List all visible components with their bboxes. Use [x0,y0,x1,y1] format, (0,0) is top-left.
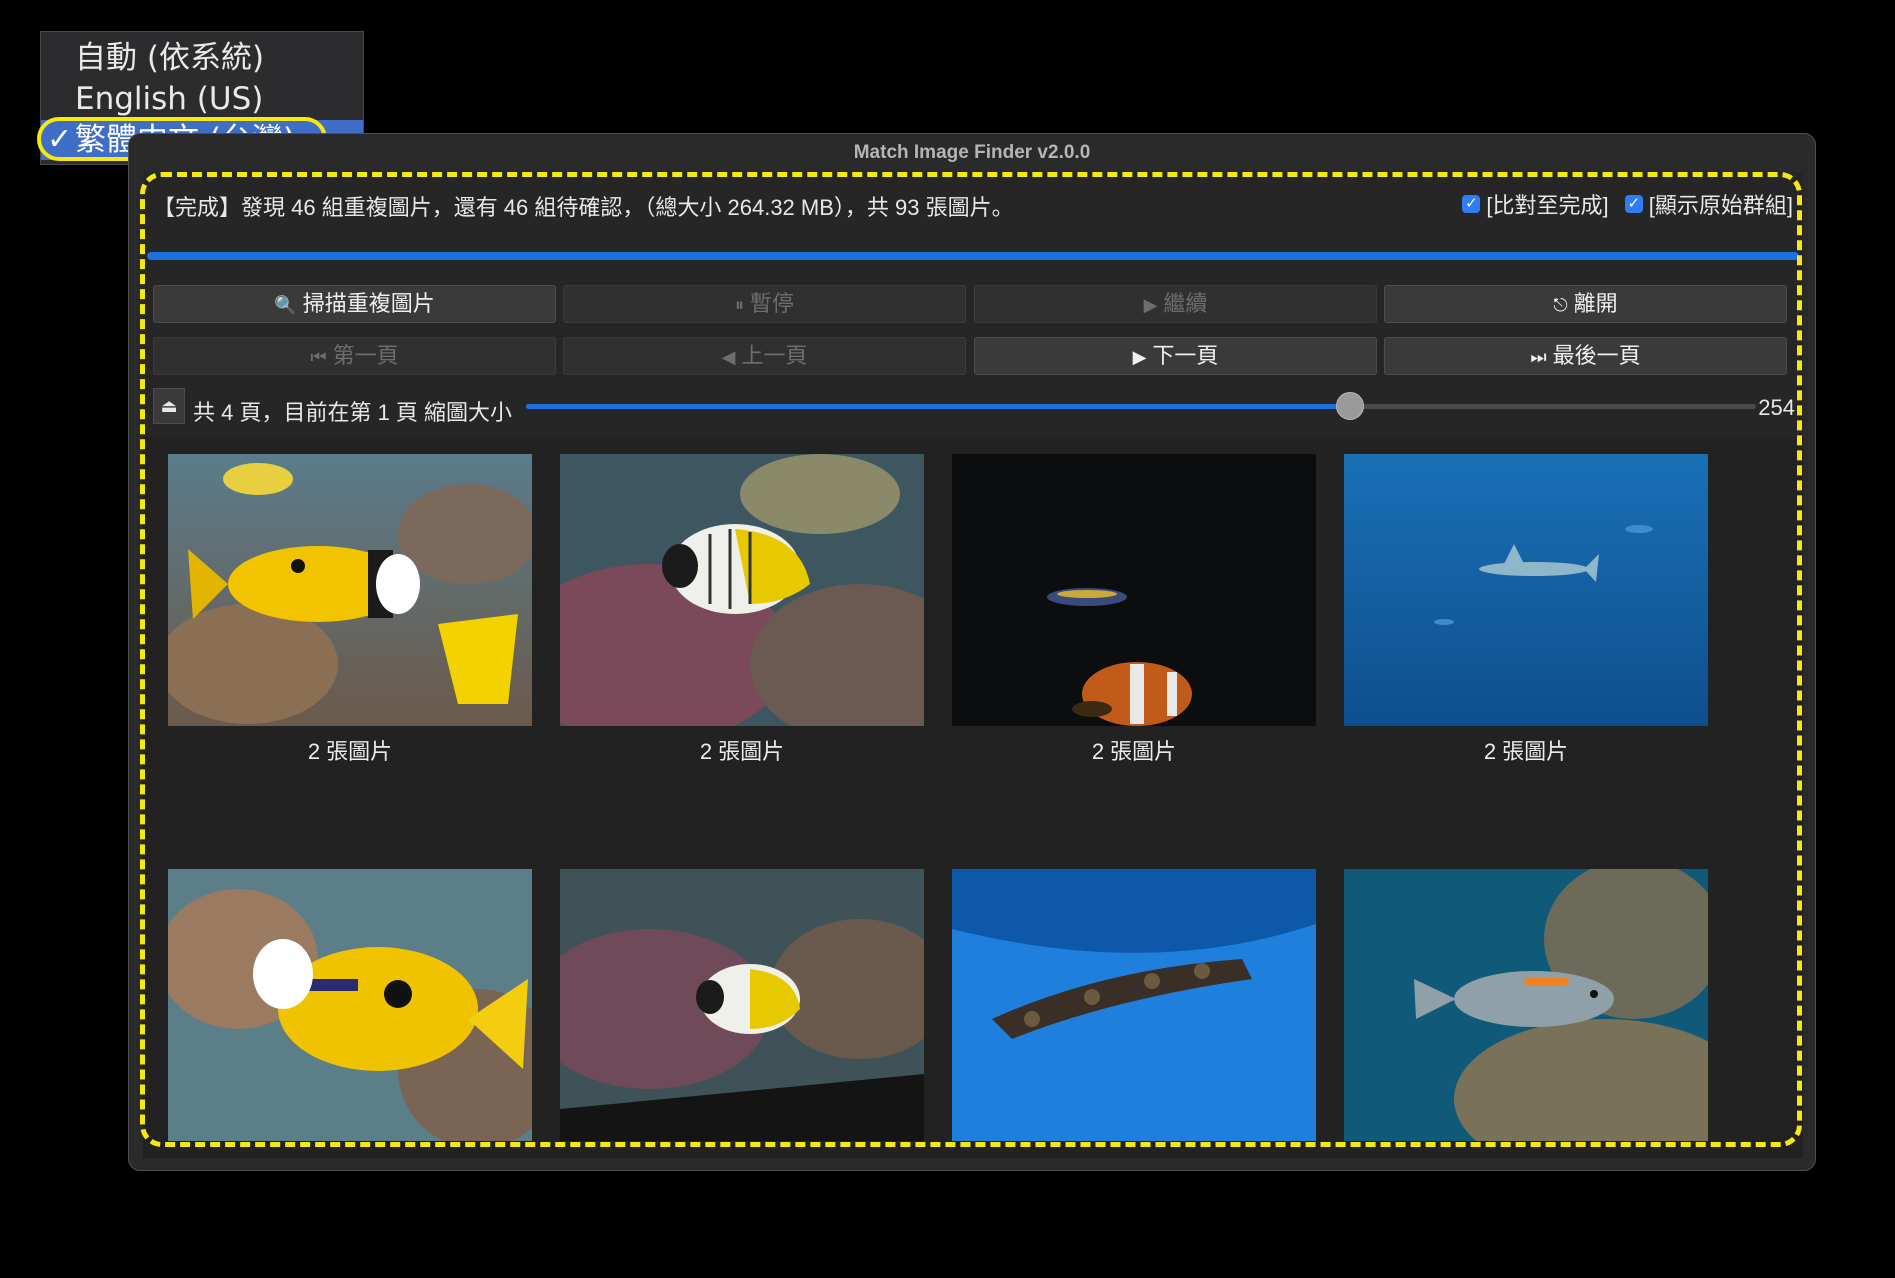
threadfin-butterflyfish-photo-icon [560,454,924,726]
thumbnail-size-value: 254 [1758,395,1795,420]
next-page-button[interactable]: ▶ 下一頁 [974,337,1377,375]
eject-icon[interactable]: ⏏ [153,388,185,424]
thumbnail-grid: 2 張圖片 2 張圖片 2 張圖片 2 張圖片 [143,437,1803,1158]
language-option-label: English (US) [75,81,264,117]
pause-button[interactable]: ⏸ 暫停 [563,285,966,323]
thumbnail-item[interactable]: 2 張圖片 [560,454,924,766]
thumbnail-item[interactable] [1344,869,1708,1149]
pause-button-label: 暫停 [749,291,794,316]
last-page-label: 最後一頁 [1552,343,1641,368]
thumbnail-caption: 2 張圖片 [1091,739,1177,764]
scan-button[interactable]: 🔍 掃描重複圖片 [153,285,556,323]
scan-button-label: 掃描重複圖片 [302,291,435,316]
checkbox-checked-icon: ✓ [1462,195,1481,213]
thumbnail-caption: 2 張圖片 [1483,739,1569,764]
next-page-label: 下一頁 [1152,343,1219,368]
thumbnail-item[interactable] [560,869,924,1149]
continue-button-label: 繼續 [1163,291,1208,316]
bamboo-shark-photo-icon [952,869,1316,1141]
first-page-button[interactable]: ⏮ 第一頁 [153,337,556,375]
check-icon: ✓ [47,122,73,157]
page-info: 共 4 頁，目前在第 1 頁 縮圖大小 [193,400,513,425]
pagination-buttons: ⏮ 第一頁 ◀ 上一頁 ▶ 下一頁 ⏭ 最後一頁 [153,337,1793,377]
toolbar: 🔍 掃描重複圖片 ⏸ 暫停 ▶ 繼續 ⎋ 離開 [153,285,1793,325]
show-original-group-checkbox[interactable]: ✓ [顯示原始群組] [1624,188,1793,220]
thumbnail-size-slider[interactable] [526,392,1756,420]
yellow-rabbitfish-photo-icon [168,454,532,726]
checkbox-checked-icon: ✓ [1624,195,1643,213]
progress-bar [147,252,1799,260]
shark-blue-water-photo-icon [1344,454,1708,726]
slider-fill [526,404,1351,409]
play-icon: ▶ [1143,295,1158,315]
window-title: Match Image Finder v2.0.0 [853,142,1091,163]
main-content: 【完成】發現 46 組重複圖片，還有 46 組待確認，（總大小 264.32 M… [143,172,1803,1158]
butterflyfish-coral-photo-icon [560,869,924,1141]
continue-button[interactable]: ▶ 繼續 [974,285,1377,323]
exit-icon: ⎋ [1553,295,1568,315]
exit-button-label: 離開 [1573,291,1618,316]
thumbnail-item[interactable] [952,869,1316,1149]
pager-bar: ⏏ 共 4 頁，目前在第 1 頁 縮圖大小 254 [153,386,1795,426]
app-window: Match Image Finder v2.0.0 【完成】發現 46 組重複圖… [128,133,1816,1171]
skip-back-icon: ⏮ [310,347,327,367]
thumbnail-item[interactable]: 2 張圖片 [168,454,532,766]
language-option-label: 自動 (依系統) [75,40,265,76]
thumbnail-item[interactable] [168,869,532,1149]
skip-forward-icon: ⏭ [1530,347,1547,367]
status-message: 【完成】發現 46 組重複圖片，還有 46 組待確認，（總大小 264.32 M… [153,195,1014,220]
pause-icon: ⏸ [734,295,744,315]
triangle-right-icon: ▶ [1132,347,1147,367]
triangle-left-icon: ◀ [721,347,736,367]
thumbnail-item[interactable]: 2 張圖片 [1344,454,1708,766]
language-option-english[interactable]: English (US) [41,79,363,119]
progress-fill [147,252,1799,260]
compare-to-end-label: [比對至完成] [1486,193,1609,218]
language-option-auto[interactable]: 自動 (依系統) [41,38,363,78]
show-original-group-label: [顯示原始群組] [1648,193,1793,218]
thumbnail-caption: 2 張圖片 [307,739,393,764]
prev-page-button[interactable]: ◀ 上一頁 [563,337,966,375]
first-page-label: 第一頁 [332,343,399,368]
surgeonfish-reef-photo-icon [1344,869,1708,1141]
prev-page-label: 上一頁 [741,343,808,368]
rabbitfish-closeup-photo-icon [168,869,532,1141]
exit-button[interactable]: ⎋ 離開 [1384,285,1787,323]
thumbnail-caption: 2 張圖片 [699,739,785,764]
compare-to-end-checkbox[interactable]: ✓ [比對至完成] [1462,188,1609,220]
thumbnail-item[interactable]: 2 張圖片 [952,454,1316,766]
magnifier-icon: 🔍 [274,295,297,315]
dark-tank-clownfish-photo-icon [952,454,1316,726]
options-bar: ✓ [比對至完成] ✓ [顯示原始群組] [1452,188,1793,220]
last-page-button[interactable]: ⏭ 最後一頁 [1384,337,1787,375]
slider-knob[interactable] [1336,392,1365,420]
